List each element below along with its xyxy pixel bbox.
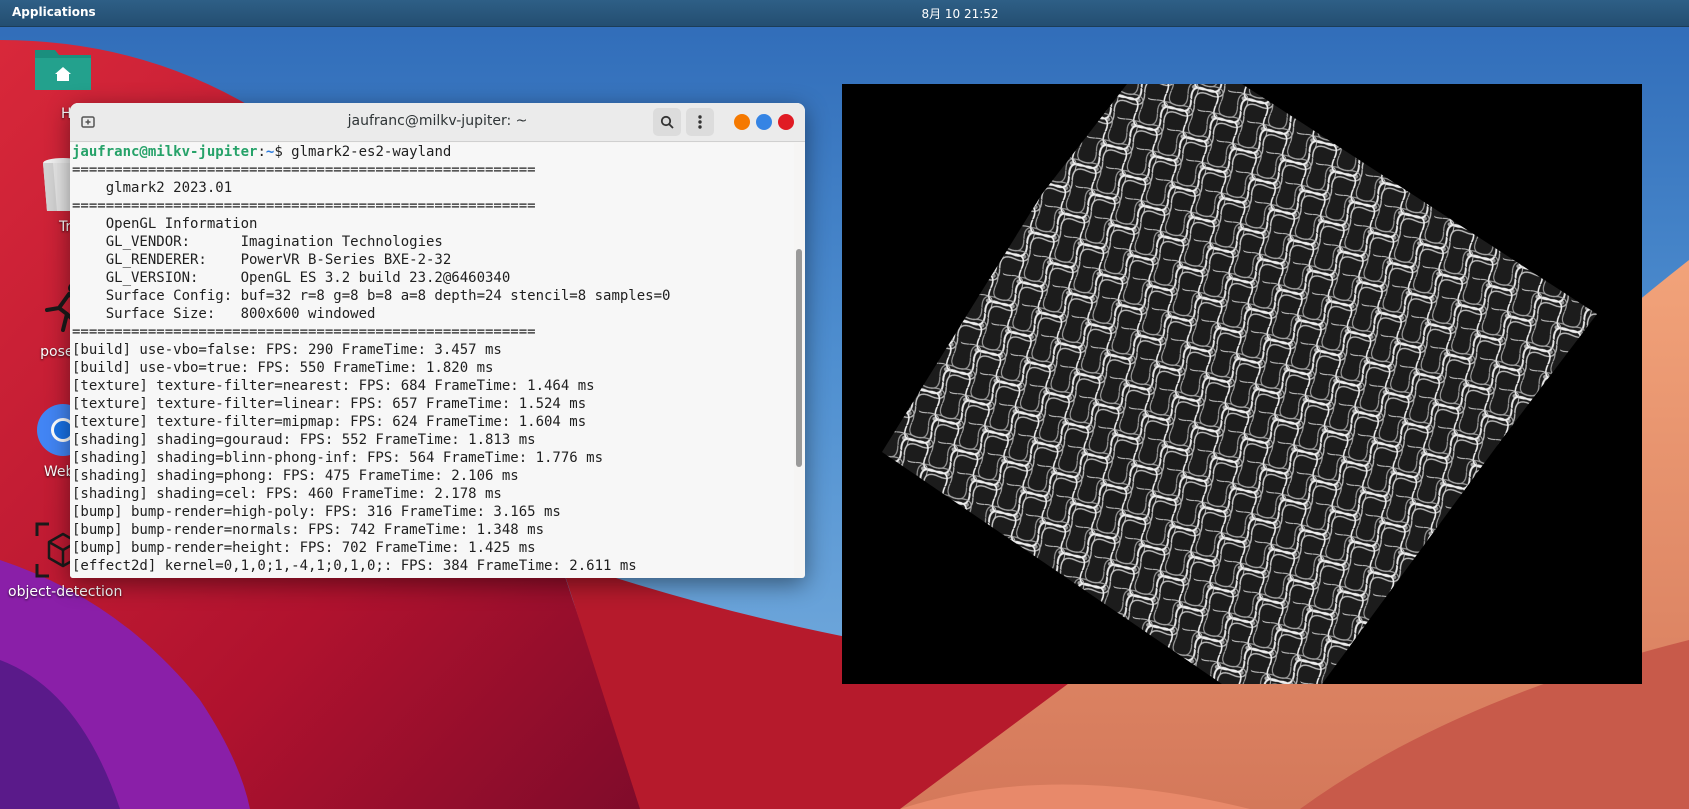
- output-line: [shading] shading=cel: FPS: 460 FrameTim…: [72, 486, 502, 502]
- desktop-icon-label: object-detection: [8, 584, 123, 600]
- output-line: [texture] texture-filter=nearest: FPS: 6…: [72, 378, 595, 394]
- output-line: [build] use-vbo=false: FPS: 290 FrameTim…: [72, 342, 502, 358]
- prompt-symbol: $: [274, 144, 292, 160]
- output-line: [bump] bump-render=high-poly: FPS: 316 F…: [72, 504, 561, 520]
- terminal-output[interactable]: jaufranc@milkv-jupiter:~$ glmark2-es2-wa…: [70, 143, 794, 578]
- output-line: ========================================…: [72, 198, 536, 214]
- output-line: ========================================…: [72, 162, 536, 178]
- output-line: Surface Size: 800x600 windowed: [72, 306, 376, 322]
- terminal-scrollbar[interactable]: [796, 249, 802, 467]
- search-button[interactable]: [653, 108, 681, 136]
- terminal-header-bar[interactable]: jaufranc@milkv-jupiter: ~: [70, 103, 805, 142]
- home-folder-icon: [33, 42, 93, 102]
- output-line: [texture] texture-filter=linear: FPS: 65…: [72, 396, 587, 412]
- output-line: [shading] shading=phong: FPS: 475 FrameT…: [72, 468, 519, 484]
- rendered-texture-surface: [842, 84, 1642, 684]
- prompt-command: glmark2-es2-wayland: [291, 144, 452, 160]
- output-line: [build] use-vbo=true: FPS: 550 FrameTime…: [72, 360, 494, 376]
- close-button[interactable]: [778, 114, 794, 130]
- output-line: [bump] bump-render=normals: FPS: 742 Fra…: [72, 522, 545, 538]
- maximize-button[interactable]: [756, 114, 772, 130]
- output-line: [shading] shading=blinn-phong-inf: FPS: …: [72, 450, 604, 466]
- output-line: [bump] bump-render=height: FPS: 702 Fram…: [72, 540, 536, 556]
- prompt-separator: :: [257, 144, 266, 160]
- prompt-line: jaufranc@milkv-jupiter:~$ glmark2-es2-wa…: [70, 143, 794, 161]
- glmark2-render-window: [842, 84, 1642, 684]
- output-line: GL_VERSION: OpenGL ES 3.2 build 23.2@646…: [72, 270, 511, 286]
- menu-button[interactable]: [686, 108, 714, 136]
- output-line: [texture] texture-filter=mipmap: FPS: 62…: [72, 414, 587, 430]
- output-line: [effect2d] kernel=0,1,0;1,-4,1;0,1,0;: F…: [72, 558, 637, 574]
- prompt-user: jaufranc@milkv-jupiter: [72, 144, 258, 160]
- output-line: OpenGL Information: [72, 216, 258, 232]
- output-line: ========================================…: [72, 324, 536, 340]
- output-line: Surface Config: buf=32 r=8 g=8 b=8 a=8 d…: [72, 288, 671, 304]
- clock[interactable]: 8月 10 21:52: [0, 5, 1689, 22]
- output-line: [shading] shading=gouraud: FPS: 552 Fram…: [72, 432, 536, 448]
- output-line: GL_VENDOR: Imagination Technologies: [72, 234, 443, 250]
- minimize-button[interactable]: [734, 114, 750, 130]
- search-icon: [660, 115, 674, 129]
- output-line: glmark2 2023.01: [72, 180, 233, 196]
- output-line: GL_RENDERER: PowerVR B-Series BXE-2-32: [72, 252, 452, 268]
- kebab-menu-icon: [698, 115, 702, 129]
- terminal-window[interactable]: jaufranc@milkv-jupiter: ~ jaufranc@milkv…: [70, 103, 805, 578]
- top-panel: Applications 8月 10 21:52: [0, 0, 1689, 27]
